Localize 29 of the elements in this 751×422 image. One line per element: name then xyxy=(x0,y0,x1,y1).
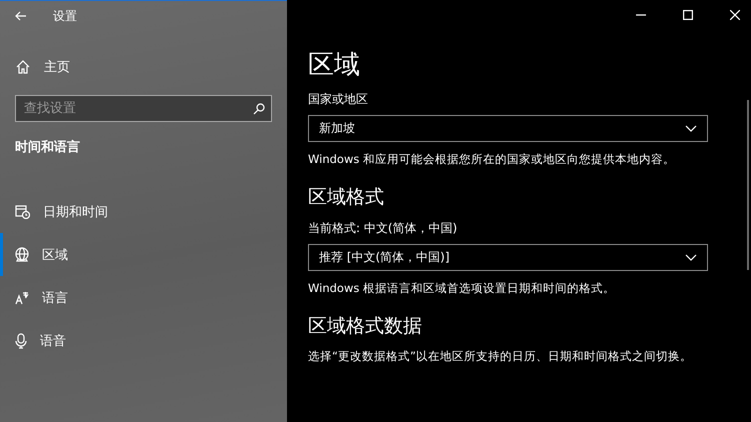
home-icon xyxy=(16,60,30,74)
microphone-icon xyxy=(15,332,27,348)
search-icon xyxy=(253,103,265,115)
dropdown[interactable]: 推荐 [中文(简体，中国)] xyxy=(308,244,708,271)
sidebar-item[interactable]: 日期和时间 xyxy=(0,190,287,233)
section-heading: 区域格式 xyxy=(308,185,385,210)
field-label: 国家或地区 xyxy=(308,91,369,108)
language-icon xyxy=(15,290,29,304)
close-icon[interactable] xyxy=(730,10,740,20)
chevron-down-icon xyxy=(685,125,697,132)
chevron-down-icon xyxy=(685,254,697,261)
section-title: 时间和语言 xyxy=(15,138,81,157)
maximize-icon[interactable] xyxy=(683,10,693,20)
sidebar-item[interactable]: 语音 xyxy=(0,319,287,362)
sidebar-item[interactable]: 语言 xyxy=(0,276,287,319)
search-field[interactable]: 查找设置 xyxy=(15,95,272,122)
page-title: 区域 xyxy=(308,49,361,81)
back-arrow-icon[interactable] xyxy=(15,11,27,21)
dropdown[interactable]: 新加坡 xyxy=(308,115,708,142)
description-text: 选择“更改数据格式”以在地区所支持的日历、日期和时间格式之间切换。 xyxy=(308,349,693,365)
description-text: Windows 和应用可能会根据您所在的国家或地区向您提供本地内容。 xyxy=(308,152,676,168)
globe-icon xyxy=(15,247,29,262)
scrollbar[interactable] xyxy=(747,100,749,270)
calendar-icon xyxy=(15,204,30,219)
home-link[interactable]: 主页 xyxy=(16,52,287,82)
field-label: 当前格式: 中文(简体，中国) xyxy=(308,220,458,237)
window-title: 设置 xyxy=(53,8,77,24)
description-text: Windows 根据语言和区域首选项设置日期和时间的格式。 xyxy=(308,281,616,297)
section-heading: 区域格式数据 xyxy=(308,314,423,339)
